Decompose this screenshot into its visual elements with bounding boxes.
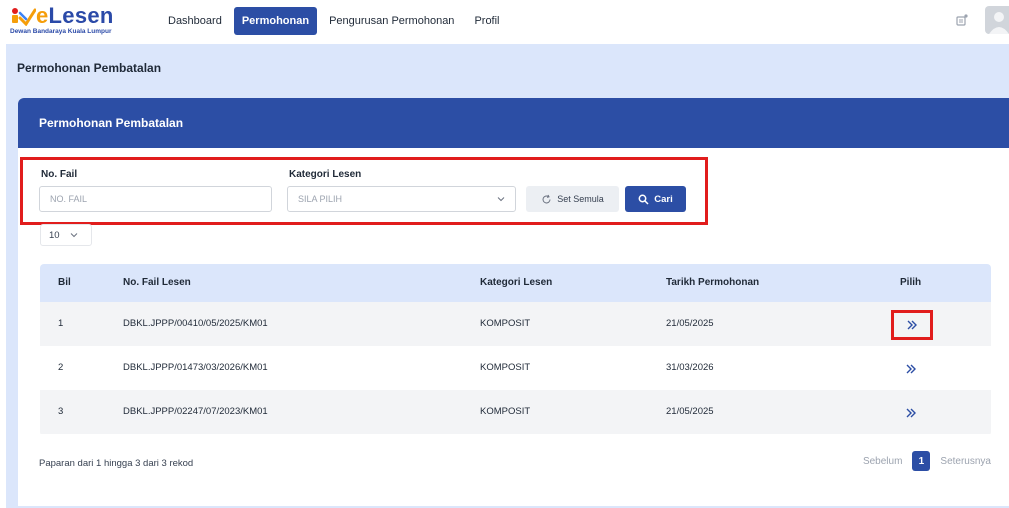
chevron-right-double-icon: [906, 364, 916, 374]
pagination: Sebelum 1 Seterusnya: [863, 451, 991, 471]
cell-bil: 1: [58, 318, 64, 329]
page-title: Permohonan Pembatalan: [17, 61, 162, 75]
reset-button[interactable]: Set Semula: [526, 186, 619, 212]
table-header: Bil No. Fail Lesen Kategori Lesen Tarikh…: [40, 264, 991, 302]
pagination-next[interactable]: Seterusnya: [940, 456, 991, 467]
kategori-lesen-value: SILA PILIH: [298, 194, 343, 204]
table-row: 3 DBKL.JPPP/02247/07/2023/KM01 KOMPOSIT …: [40, 390, 991, 434]
card-title: Permohonan Pembatalan: [39, 116, 184, 130]
page-size-select[interactable]: 10: [40, 224, 92, 246]
cell-kategori: KOMPOSIT: [480, 406, 531, 417]
cell-no-fail: DBKL.JPPP/00410/05/2025/KM01: [123, 318, 268, 329]
logo-wordmark: eLesen: [36, 3, 114, 28]
chevron-right-double-icon: [907, 320, 917, 330]
cell-kategori: KOMPOSIT: [480, 318, 531, 329]
applications-table: Bil No. Fail Lesen Kategori Lesen Tarikh…: [40, 264, 991, 436]
select-row-button[interactable]: [891, 310, 933, 340]
cell-bil: 2: [58, 362, 64, 373]
filter-form: No. Fail NO. FAIL Kategori Lesen SILA PI…: [20, 157, 708, 225]
elesen-logo[interactable]: eLesen Dewan Bandaraya Kuala Lumpur: [10, 5, 160, 39]
logo-subtitle: Dewan Bandaraya Kuala Lumpur: [10, 28, 112, 35]
kategori-lesen-label: Kategori Lesen: [289, 169, 362, 180]
nav-dashboard[interactable]: Dashboard: [160, 7, 230, 35]
chevron-down-icon: [497, 197, 505, 202]
reset-button-label: Set Semula: [557, 194, 604, 204]
cell-tarikh: 21/05/2025: [666, 406, 714, 417]
select-row-button[interactable]: [893, 403, 929, 423]
cell-tarikh: 31/03/2026: [666, 362, 714, 373]
logo-mark-icon: [12, 8, 36, 26]
col-no-fail-lesen: No. Fail Lesen: [123, 277, 191, 288]
refresh-icon: [542, 194, 551, 203]
cell-no-fail: DBKL.JPPP/01473/03/2026/KM01: [123, 362, 268, 373]
main-nav: Dashboard Permohonan Pengurusan Permohon…: [160, 6, 512, 36]
nav-permohonan[interactable]: Permohonan: [233, 7, 318, 35]
cell-no-fail: DBKL.JPPP/02247/07/2023/KM01: [123, 406, 268, 417]
search-button-label: Cari: [654, 193, 673, 205]
cell-kategori: KOMPOSIT: [480, 362, 531, 373]
chevron-right-double-icon: [906, 408, 916, 418]
no-fail-label: No. Fail: [41, 169, 78, 180]
col-tarikh-permohonan: Tarikh Permohonan: [666, 277, 760, 288]
cell-tarikh: 21/05/2025: [666, 318, 714, 329]
table-row: 1 DBKL.JPPP/00410/05/2025/KM01 KOMPOSIT …: [40, 302, 991, 346]
table-record-info: Paparan dari 1 hingga 3 dari 3 rekod: [39, 458, 194, 469]
col-bil: Bil: [58, 277, 71, 288]
no-fail-input[interactable]: NO. FAIL: [39, 186, 272, 212]
col-kategori-lesen: Kategori Lesen: [480, 277, 553, 288]
pagination-prev[interactable]: Sebelum: [863, 456, 902, 467]
notification-icon[interactable]: [955, 13, 969, 27]
search-button[interactable]: Cari: [625, 186, 686, 212]
card-header: Permohonan Pembatalan: [18, 98, 1009, 148]
nav-right-actions: [955, 6, 1009, 34]
avatar-icon[interactable]: [985, 6, 1009, 34]
kategori-lesen-select[interactable]: SILA PILIH: [287, 186, 516, 212]
search-icon: [638, 194, 649, 205]
col-pilih: Pilih: [900, 277, 922, 288]
pagination-page[interactable]: 1: [912, 451, 931, 471]
nav-profil[interactable]: Profil: [466, 7, 507, 35]
nav-pengurusan-permohonan[interactable]: Pengurusan Permohonan: [321, 7, 462, 35]
content-card: Permohonan Pembatalan No. Fail NO. FAIL …: [18, 98, 1009, 506]
page-size-value: 10: [49, 229, 60, 241]
table-row: 2 DBKL.JPPP/01473/03/2026/KM01 KOMPOSIT …: [40, 346, 991, 390]
top-navbar: eLesen Dewan Bandaraya Kuala Lumpur Dash…: [0, 0, 1009, 44]
page-body: Permohonan Pembatalan Permohonan Pembata…: [6, 44, 1009, 508]
select-row-button[interactable]: [893, 359, 929, 379]
cell-bil: 3: [58, 406, 64, 417]
chevron-down-icon: [70, 233, 77, 238]
